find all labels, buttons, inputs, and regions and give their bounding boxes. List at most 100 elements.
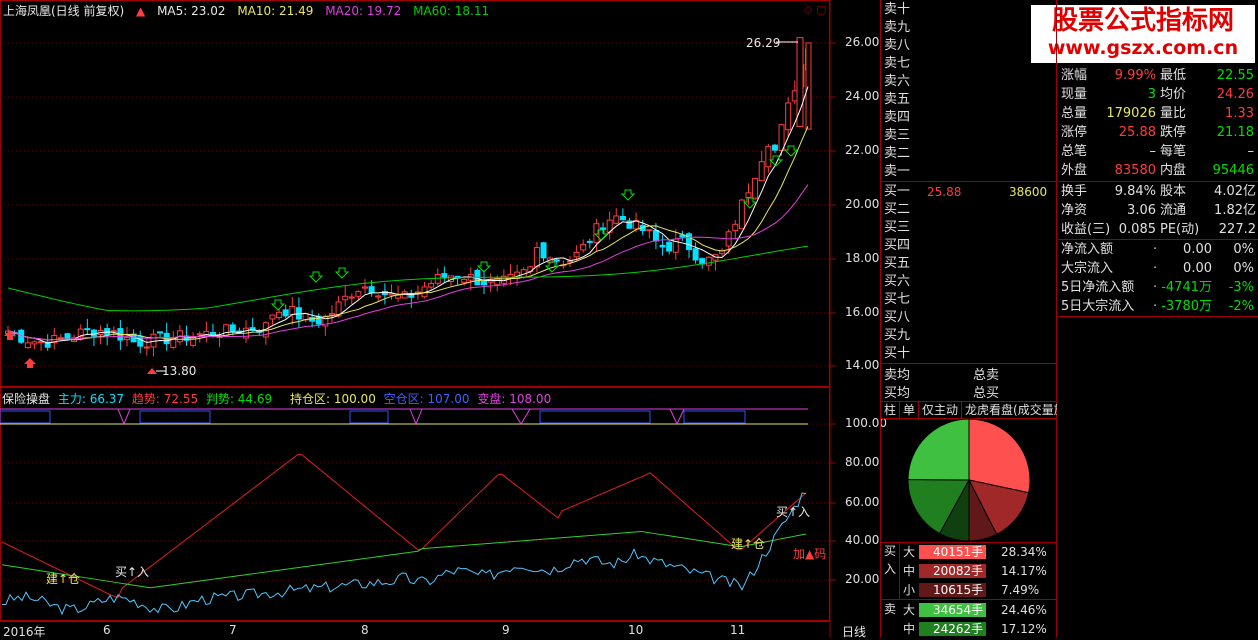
quote-value: 1.33: [1225, 106, 1254, 121]
quote-row: 涨停 25.88 跌停 21.18: [1058, 123, 1258, 142]
date-label: 8: [361, 623, 369, 637]
sell-level-row[interactable]: 卖一: [881, 163, 1057, 181]
ma5-label: MA5: 23.02: [157, 4, 226, 18]
qushi-value: 趋势: 72.55: [131, 392, 199, 406]
sell-level-row[interactable]: 卖六: [881, 73, 1057, 91]
buy-level-label: 买六: [884, 274, 911, 289]
quote-value: 3.06: [1127, 203, 1156, 218]
sell-level-label: 卖四: [884, 110, 911, 125]
sell-level-label: 卖五: [884, 92, 911, 107]
quote-value: 22.55: [1216, 68, 1254, 83]
buy-level-label: 买四: [884, 238, 911, 253]
candle-body: [269, 314, 276, 320]
buy-level-row[interactable]: 买二: [881, 201, 1057, 219]
ma10-line: [7, 125, 809, 341]
candle-body: [289, 305, 296, 315]
main-chart-frame: [0, 0, 830, 387]
flow-volume: 24262手: [919, 622, 986, 636]
chart-window-controls[interactable]: ◇ ▢: [804, 3, 826, 16]
sell-level-row[interactable]: 卖十: [881, 1, 1057, 19]
flow-volume: 10615手: [919, 583, 986, 597]
sell-level-row[interactable]: 卖七: [881, 55, 1057, 73]
low-price-label: 13.80: [162, 364, 197, 378]
flow-size: 中: [903, 622, 916, 636]
candle-body: [533, 247, 540, 268]
buy-level-label: 买九: [884, 328, 911, 343]
sell-level-row[interactable]: 卖二: [881, 145, 1057, 163]
candle-body: [540, 242, 547, 259]
sell-level-row[interactable]: 卖四: [881, 109, 1057, 127]
fund-flow-pct: -3%: [1228, 280, 1254, 295]
total-buy-label: 总买: [973, 386, 1000, 401]
buy-level-row[interactable]: 买九: [881, 327, 1057, 345]
buy-level-row[interactable]: 买十: [881, 345, 1057, 363]
buy-level-row[interactable]: 买五: [881, 255, 1057, 273]
buy-level-row[interactable]: 买七: [881, 291, 1057, 309]
indicator-tick-label: 20.00: [845, 572, 880, 586]
date-label: 10: [628, 623, 644, 637]
tab-longhu[interactable]: 龙虎看盘(成交量族: [962, 402, 1057, 418]
quote-row-partial: [1058, 47, 1258, 67]
quote-value: 24.26: [1216, 87, 1254, 102]
candle-body: [143, 346, 150, 349]
tab-dan[interactable]: 单: [900, 402, 920, 418]
tab-zhu[interactable]: 柱: [881, 402, 901, 418]
biancang-marker: [117, 408, 131, 426]
candle-body: [553, 259, 560, 262]
high-price-label: 26.29: [746, 36, 781, 50]
buy-level-row[interactable]: 买三: [881, 219, 1057, 237]
quote-row: 外盘 83580 内盘 95446: [1058, 161, 1258, 180]
quote-value: 9.84%: [1114, 184, 1156, 199]
candle-body: [738, 199, 745, 230]
candle-body: [428, 283, 435, 288]
ma10-label: MA10: 21.49: [237, 4, 314, 18]
fund-flow-value: -3780万: [1161, 299, 1212, 314]
buy-level-label: 买二: [884, 202, 911, 217]
sell-level-row[interactable]: 卖八: [881, 37, 1057, 55]
buy-level-row[interactable]: 买一 25.88 38600: [881, 183, 1057, 201]
sell-level-row[interactable]: 卖三: [881, 127, 1057, 145]
fund-flow-pct: 0%: [1233, 261, 1254, 276]
annot-jiancang-1: 建↑仓: [46, 572, 81, 586]
flow-size: 小: [903, 583, 916, 597]
ma60-label: MA60: 18.11: [413, 4, 490, 18]
candle-body: [401, 291, 408, 299]
flow-pct: 7.49%: [1001, 583, 1040, 597]
quote-label: 内盘: [1160, 163, 1187, 178]
candle-body: [652, 230, 659, 242]
sell-level-label: 卖一: [884, 164, 911, 179]
quote-value: 0.085: [1118, 222, 1156, 237]
buy-level-row[interactable]: 买四: [881, 237, 1057, 255]
candle-body: [90, 329, 97, 337]
date-label: 11: [730, 623, 746, 637]
stock-title: 上海凤凰(日线 前复权): [3, 4, 125, 18]
fund-flow-pct: 0%: [1233, 242, 1254, 257]
quote-label: 涨停: [1061, 125, 1088, 140]
flow-volume: 40151手: [919, 545, 986, 559]
order-book-panel: 卖十 卖九 卖八 卖七 卖六 卖五卖四卖三 卖二 卖一 买一 25.88 38600 买二买三 买四买…: [880, 0, 1057, 637]
candle-body: [494, 278, 501, 286]
quote-value: 179026: [1106, 106, 1156, 121]
quote-label: 涨幅: [1061, 68, 1088, 83]
sell-signal-arrow-icon: [620, 189, 636, 201]
quote-label: 净资: [1061, 203, 1088, 218]
candle-body: [705, 256, 712, 266]
candle-body: [368, 286, 375, 294]
period-label[interactable]: 日线: [842, 623, 866, 640]
buy-level-row[interactable]: 买六: [881, 273, 1057, 291]
flow-pct: 28.34%: [1001, 545, 1047, 559]
quote-panel: 涨幅 9.99% 最低 22.55 现量 3 均价 24.26 总量 179026 量比 1.33 涨停…: [1058, 0, 1258, 637]
quote-value: 25.88: [1118, 125, 1156, 140]
sell-level-row[interactable]: 卖五: [881, 91, 1057, 109]
avg-sell-label: 卖均: [884, 368, 911, 383]
candle-body: [659, 244, 666, 248]
quote-row: 换手 9.84% 股本 4.02亿: [1058, 182, 1258, 201]
tab-zhudong[interactable]: 仅主动: [919, 402, 963, 418]
flow-table-row: 中 20082手 14.17%: [901, 562, 1057, 580]
candle-body: [124, 337, 131, 341]
sell-signal-arrow-icon: [544, 261, 560, 273]
buy-level-row[interactable]: 买八: [881, 309, 1057, 327]
candle-body: [481, 280, 488, 286]
sell-level-row[interactable]: 卖九: [881, 19, 1057, 37]
fund-flow-label: 5日净流入额: [1061, 280, 1135, 295]
